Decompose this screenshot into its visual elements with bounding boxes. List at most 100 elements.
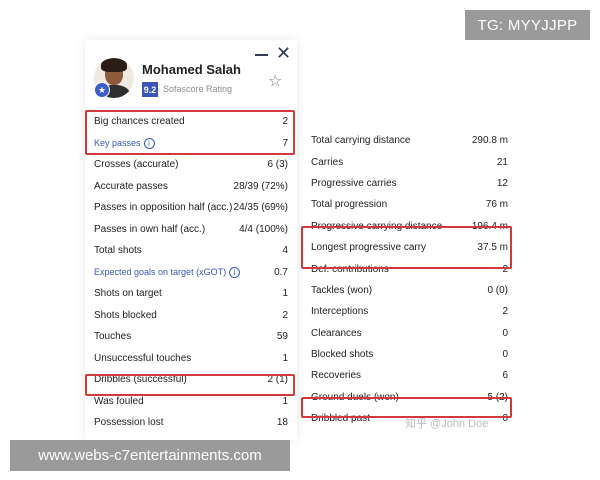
stat-value: 5 (2) (487, 391, 508, 403)
player-stats-panel: ✕ ★ Mohamed Salah 9.2 Sofascore Rating ☆… (85, 40, 297, 440)
stat-label: Def. contributions (311, 263, 389, 275)
stat-row: Unsuccessful touches 1 (85, 348, 297, 370)
stat-label: Passes in opposition half (acc.) (94, 202, 233, 214)
stat-label: Clearances (311, 327, 362, 339)
stat-value: 0.7 (274, 266, 288, 278)
stat-row: Interceptions 2 (303, 301, 516, 322)
stat-label: Ground duels (won) (311, 391, 399, 403)
stat-label: Crosses (accurate) (94, 159, 179, 171)
left-stats-list: Big chances created 2 Key passes i 7 Cros… (85, 110, 297, 434)
stat-row: Progressive carries 12 (303, 173, 516, 194)
stat-row: Total progression 76 m (303, 194, 516, 215)
player-header: ✕ ★ Mohamed Salah 9.2 Sofascore Rating ☆ (85, 40, 297, 110)
stat-label: Tackles (won) (311, 284, 373, 296)
stat-value: 4/4 (100%) (239, 223, 288, 235)
stat-row: Tackles (won) 0 (0) (303, 280, 516, 301)
stat-label: Passes in own half (acc.) (94, 223, 206, 235)
stat-row: Def. contributions 2 (303, 258, 516, 279)
player-name: Mohamed Salah (142, 62, 241, 77)
stat-label: Total carrying distance (311, 135, 411, 147)
stat-row: Progressive carrying distance 196.4 m (303, 216, 516, 237)
stat-value: 2 (282, 116, 288, 128)
rating-badge: 9.2 (142, 82, 158, 97)
stat-value: 12 (496, 177, 508, 189)
carry-stats-panel: Total carrying distance 290.8 m Carries … (303, 130, 516, 440)
stat-label: Accurate passes (94, 180, 168, 192)
stat-label: Key passes (94, 137, 141, 148)
rating-label: Sofascore Rating (163, 84, 233, 94)
stat-value: 0 (0) (487, 284, 508, 296)
stat-value: 2 (502, 306, 508, 318)
stat-value: 59 (276, 331, 288, 343)
star-outline-icon[interactable]: ☆ (268, 71, 282, 91)
stat-value: 1 (282, 352, 288, 364)
stat-label: Blocked shots (311, 349, 374, 361)
stat-row: Possession lost 18 (85, 412, 297, 434)
stat-row: Total carrying distance 290.8 m (303, 130, 516, 151)
stat-row: Dribbles (successful) 2 (1) (85, 369, 297, 391)
stat-row: Recoveries 6 (303, 365, 516, 386)
stat-value: 0 (502, 349, 508, 361)
stat-label: Shots blocked (94, 309, 157, 321)
stat-row: Key passes i 7 (85, 133, 297, 155)
stat-label: Longest progressive carry (311, 242, 427, 254)
stat-value: 76 m (485, 199, 508, 211)
stat-label: Possession lost (94, 417, 164, 429)
stat-value: 2 (1) (267, 374, 288, 386)
stat-row: Big chances created 2 (85, 111, 297, 133)
stat-label: Dribbles (successful) (94, 374, 187, 386)
stat-value: 290.8 m (471, 135, 508, 147)
stat-label: Big chances created (94, 116, 185, 128)
stat-label: Progressive carrying distance (311, 220, 443, 232)
stat-label: Dribbled past (311, 413, 370, 425)
stat-value: 1 (282, 288, 288, 300)
stat-row: Crosses (accurate) 6 (3) (85, 154, 297, 176)
stat-row: Touches 59 (85, 326, 297, 348)
stat-value: 6 (502, 370, 508, 382)
stat-row: Longest progressive carry 37.5 m (303, 237, 516, 258)
stat-row: Expected goals on target (xGOT) i 0.7 (85, 262, 297, 284)
stat-value: 4 (282, 245, 288, 257)
stat-label: Expected goals on target (xGOT) (94, 266, 227, 277)
zhihu-watermark: 知乎 @John Doe (405, 418, 489, 430)
stat-label: Carries (311, 156, 344, 168)
stat-label: Touches (94, 331, 132, 343)
stat-row: Clearances 0 (303, 323, 516, 344)
stat-value: 0 (502, 413, 508, 425)
star-badge-icon: ★ (94, 82, 110, 98)
stat-value: 2 (282, 309, 288, 321)
stat-row: Accurate passes 28/39 (72%) (85, 176, 297, 198)
stat-value: 37.5 m (477, 242, 508, 254)
stat-value: 196.4 m (471, 220, 508, 232)
stat-value: 2 (502, 263, 508, 275)
stat-value: 21 (496, 156, 508, 168)
info-icon[interactable]: i (143, 137, 155, 149)
stat-label: Interceptions (311, 306, 369, 318)
close-icon[interactable]: ✕ (276, 43, 291, 63)
stat-row: Ground duels (won) 5 (2) (303, 387, 516, 408)
stat-value: 7 (282, 137, 288, 149)
stat-value: 18 (276, 417, 288, 429)
stat-row: Was fouled 1 (85, 391, 297, 413)
stat-row: Passes in opposition half (acc.) 24/35 (… (85, 197, 297, 219)
stat-label: Shots on target (94, 288, 162, 300)
stat-label: Progressive carries (311, 177, 397, 189)
stat-value: 1 (282, 395, 288, 407)
stat-label: Was fouled (94, 395, 144, 407)
stat-value: 24/35 (69%) (233, 202, 288, 214)
stat-row: Total shots 4 (85, 240, 297, 262)
stat-row: Passes in own half (acc.) 4/4 (100%) (85, 219, 297, 241)
stat-row: Shots on target 1 (85, 283, 297, 305)
stat-value: 0 (502, 327, 508, 339)
stat-label: Recoveries (311, 370, 362, 382)
minimize-icon[interactable] (255, 54, 268, 56)
tg-watermark: TG: MYYJJPP (465, 10, 590, 40)
info-icon[interactable]: i (229, 266, 241, 278)
stat-label: Total progression (311, 199, 388, 211)
stat-row: Carries 21 (303, 151, 516, 172)
stat-row: Shots blocked 2 (85, 305, 297, 327)
site-url-watermark: www.webs-c7entertainments.com (10, 440, 290, 471)
stat-label: Total shots (94, 245, 142, 257)
stat-label: Unsuccessful touches (94, 352, 192, 364)
stat-value: 28/39 (72%) (233, 180, 288, 192)
